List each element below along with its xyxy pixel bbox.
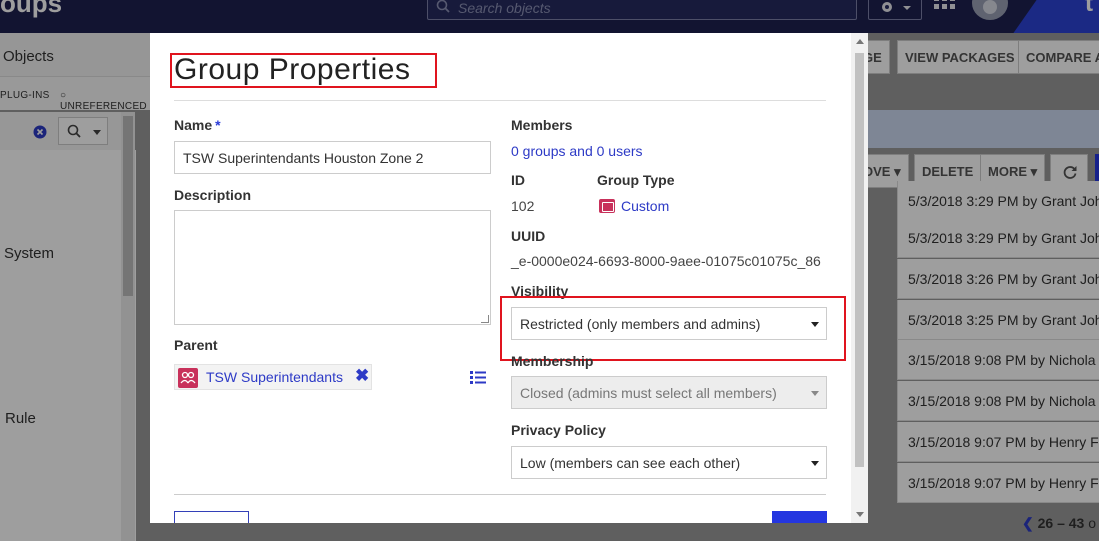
highlight-box-title <box>170 53 437 88</box>
resize-handle[interactable] <box>481 315 489 323</box>
required-mark: * <box>215 117 221 133</box>
group-type-text: Custom <box>621 198 670 214</box>
group-properties-dialog: Group Properties Name* Description Paren… <box>150 33 868 523</box>
parent-label: Parent <box>174 337 218 353</box>
membership-label: Membership <box>511 353 594 369</box>
name-label-text: Name <box>174 117 213 133</box>
footer-divider <box>174 494 826 495</box>
privacy-value: Low (members can see each other) <box>520 455 741 471</box>
screen: oups Search objects t Objects PLUG-INS ○… <box>0 0 1099 541</box>
ok-button[interactable] <box>772 511 827 523</box>
id-value: 102 <box>511 198 535 214</box>
group-type-value: Custom <box>599 198 669 214</box>
title-divider <box>174 100 826 101</box>
chevron-down-icon <box>811 391 819 396</box>
parent-name[interactable]: TSW Superintendants <box>206 369 343 385</box>
privacy-select[interactable]: Low (members can see each other) <box>511 446 827 479</box>
membership-value: Closed (admins must select all members) <box>520 385 777 401</box>
parent-chip[interactable]: TSW Superintendants ✖ <box>174 364 372 390</box>
custom-type-icon <box>599 199 615 213</box>
group-icon <box>178 368 198 388</box>
membership-select: Closed (admins must select all members) <box>511 376 827 409</box>
uuid-label: UUID <box>511 228 546 244</box>
description-label: Description <box>174 187 252 203</box>
dialog-scrollbar[interactable] <box>851 33 868 523</box>
highlight-box-visibility <box>500 296 846 361</box>
uuid-value: _e-0000e024-6693-8000-9aee-01075c01075c_… <box>511 253 821 269</box>
scroll-down-icon[interactable] <box>856 512 864 517</box>
description-textarea[interactable] <box>174 210 491 325</box>
members-link[interactable]: 0 groups and 0 users <box>511 143 643 159</box>
group-type-label: Group Type <box>597 172 675 188</box>
cancel-button[interactable] <box>174 511 249 523</box>
privacy-label: Privacy Policy <box>511 422 606 438</box>
name-label: Name * <box>174 117 221 133</box>
members-label: Members <box>511 117 573 133</box>
chevron-down-icon <box>811 461 819 466</box>
scroll-up-icon[interactable] <box>856 39 864 44</box>
dialog-scrollbar-thumb[interactable] <box>855 53 864 467</box>
id-label: ID <box>511 172 525 188</box>
name-input[interactable] <box>174 141 491 174</box>
remove-parent-icon[interactable]: ✖ <box>355 366 369 386</box>
list-icon[interactable] <box>470 371 486 384</box>
